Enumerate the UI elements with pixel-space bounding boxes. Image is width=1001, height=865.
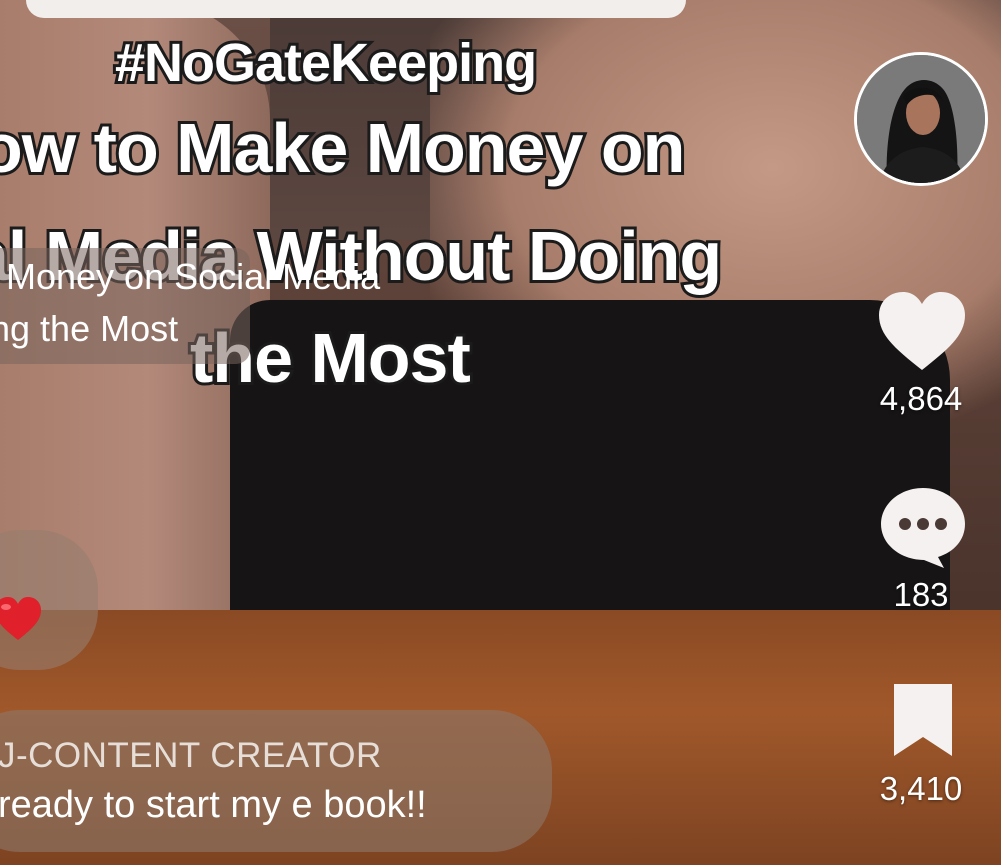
comment-username: J-CONTENT CREATOR <box>0 736 382 775</box>
video-player[interactable]: #NoGateKeeping ow to Make Money on al Me… <box>0 0 1001 865</box>
video-title-line-2: ng the Most <box>0 308 179 349</box>
caption-line-1: ow to Make Money on <box>0 106 688 190</box>
red-heart-emoji-icon <box>0 597 41 640</box>
top-search-bar[interactable] <box>26 0 686 18</box>
bookmark-count: 3,410 <box>879 770 963 807</box>
bookmark-icon[interactable] <box>890 682 956 758</box>
like-count: 4,864 <box>879 380 963 417</box>
comment-bubble-text[interactable] <box>0 710 552 852</box>
creator-avatar-icon <box>857 55 985 183</box>
caption-hashtag: #NoGateKeeping <box>112 30 540 96</box>
comment-text: ready to start my e book!! <box>0 784 427 826</box>
creator-avatar[interactable] <box>854 52 988 186</box>
speech-bubble-icon[interactable] <box>878 484 968 570</box>
heart-icon[interactable] <box>877 290 967 372</box>
video-title-line-1: Money on Social Media <box>6 256 381 297</box>
comment-count: 183 <box>893 576 949 613</box>
